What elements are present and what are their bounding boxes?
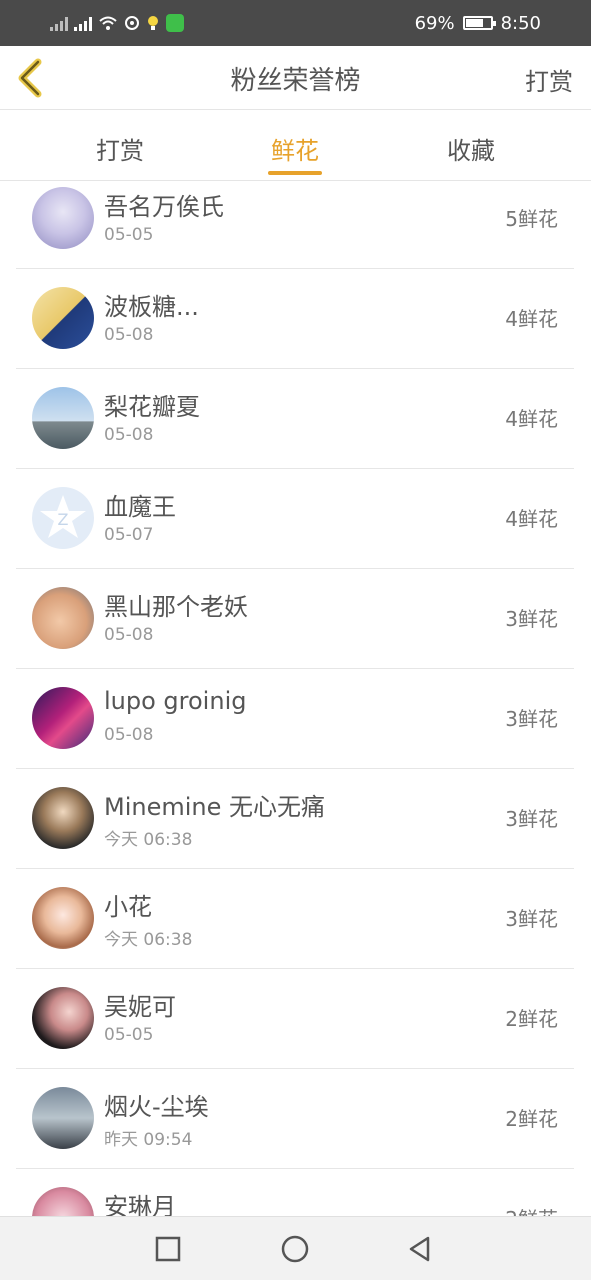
clock: 8:50 [500,12,541,34]
sync-icon [125,16,139,30]
flower-count: 3鲜花 [505,607,558,631]
list-item[interactable]: 梨花瓣夏 05-08 4鲜花 [16,369,574,469]
fan-name: 烟火-尘埃 [104,1093,209,1121]
battery-icon [462,16,496,30]
fan-name: 波板糖... [104,293,199,321]
app-header: 粉丝荣誉榜 打赏 [0,46,591,110]
fan-name: 黑山那个老妖 [104,593,248,621]
list-item[interactable]: lupo groinig 05-08 3鲜花 [16,669,574,769]
system-nav-bar [0,1216,591,1280]
flower-count: 2鲜花 [505,1107,558,1131]
wifi-icon [99,16,117,30]
fan-date: 昨天 09:54 [104,1130,193,1150]
flower-count: 3鲜花 [505,707,558,731]
tab-flowers[interactable]: 鲜花 [235,131,355,166]
list-item[interactable]: Minemine 无心无痛 今天 06:38 3鲜花 [16,769,574,869]
status-icons-right: 69% 8:50 [415,10,541,36]
avatar [32,987,94,1049]
flower-count: 4鲜花 [505,507,558,531]
avatar [32,687,94,749]
fan-date: 今天 06:38 [104,930,193,950]
svg-text:Z: Z [58,510,69,529]
fan-name: 梨花瓣夏 [104,393,200,421]
fan-name: 安琳月 [104,1193,176,1216]
tab-reward[interactable]: 打赏 [60,131,180,166]
page-title: 粉丝荣誉榜 [230,66,361,96]
list-item[interactable]: 波板糖... 05-08 4鲜花 [16,269,574,369]
avatar [32,587,94,649]
fan-date: 05-08 [104,325,154,345]
avatar [32,787,94,849]
fan-name: 吾名万俟氏 [104,193,224,221]
fan-name: 血魔王 [104,493,176,521]
fan-date: 05-08 [104,425,154,445]
flower-count: 2鲜花 [505,1007,558,1031]
list-item[interactable]: 吾名万俟氏 05-05 5鲜花 [16,181,574,269]
flower-count: 3鲜花 [505,907,558,931]
signal-4g-icon [74,15,92,31]
status-icons-left [50,12,184,34]
battery-percent: 69% [414,12,455,34]
fan-name: lupo groinig [104,687,247,715]
fan-date: 05-08 [104,625,154,645]
list-item[interactable]: 吴妮可 05-05 2鲜花 [16,969,574,1069]
flower-count: 4鲜花 [505,307,558,331]
tab-favorites[interactable]: 收藏 [411,131,531,166]
fan-date: 05-05 [104,1025,154,1045]
list-item[interactable]: Z 血魔王 05-07 4鲜花 [16,469,574,569]
fan-date: 05-07 [104,525,154,545]
list-item[interactable]: 安琳月 2鲜花 [16,1169,574,1216]
tab-bar: 打赏 鲜花 收藏 [0,111,591,181]
fan-name: 吴妮可 [104,993,176,1021]
list-item[interactable]: 黑山那个老妖 05-08 3鲜花 [16,569,574,669]
list-item[interactable]: 烟火-尘埃 昨天 09:54 2鲜花 [16,1069,574,1169]
back-icon[interactable] [404,1233,436,1265]
active-tab-indicator [268,171,322,175]
flower-count: 5鲜花 [505,207,558,231]
fan-date: 05-05 [104,225,154,245]
avatar [32,1187,94,1216]
avatar [32,387,94,449]
reward-button[interactable]: 打赏 [525,62,573,97]
avatar [32,887,94,949]
notification-bulb-icon [148,16,158,30]
fan-list[interactable]: 吾名万俟氏 05-05 5鲜花 波板糖... 05-08 4鲜花 梨花瓣夏 05… [0,181,591,1216]
fan-date: 今天 06:38 [104,830,193,850]
status-bar: 69% 8:50 [0,0,591,46]
avatar: Z [32,487,94,549]
signal-sim1-icon [50,15,68,31]
fan-date: 05-08 [104,725,154,745]
fan-name: 小花 [104,893,152,921]
list-item[interactable]: 小花 今天 06:38 3鲜花 [16,869,574,969]
avatar [32,187,94,249]
avatar [32,1087,94,1149]
flower-count: 4鲜花 [505,407,558,431]
home-icon[interactable] [279,1233,311,1265]
avatar [32,287,94,349]
flower-count: 2鲜花 [505,1203,558,1216]
app-notification-icon [166,14,184,32]
fan-name: Minemine 无心无痛 [104,793,326,821]
recent-apps-icon[interactable] [152,1233,184,1265]
default-avatar-icon: Z [40,495,86,538]
flower-count: 3鲜花 [505,807,558,831]
